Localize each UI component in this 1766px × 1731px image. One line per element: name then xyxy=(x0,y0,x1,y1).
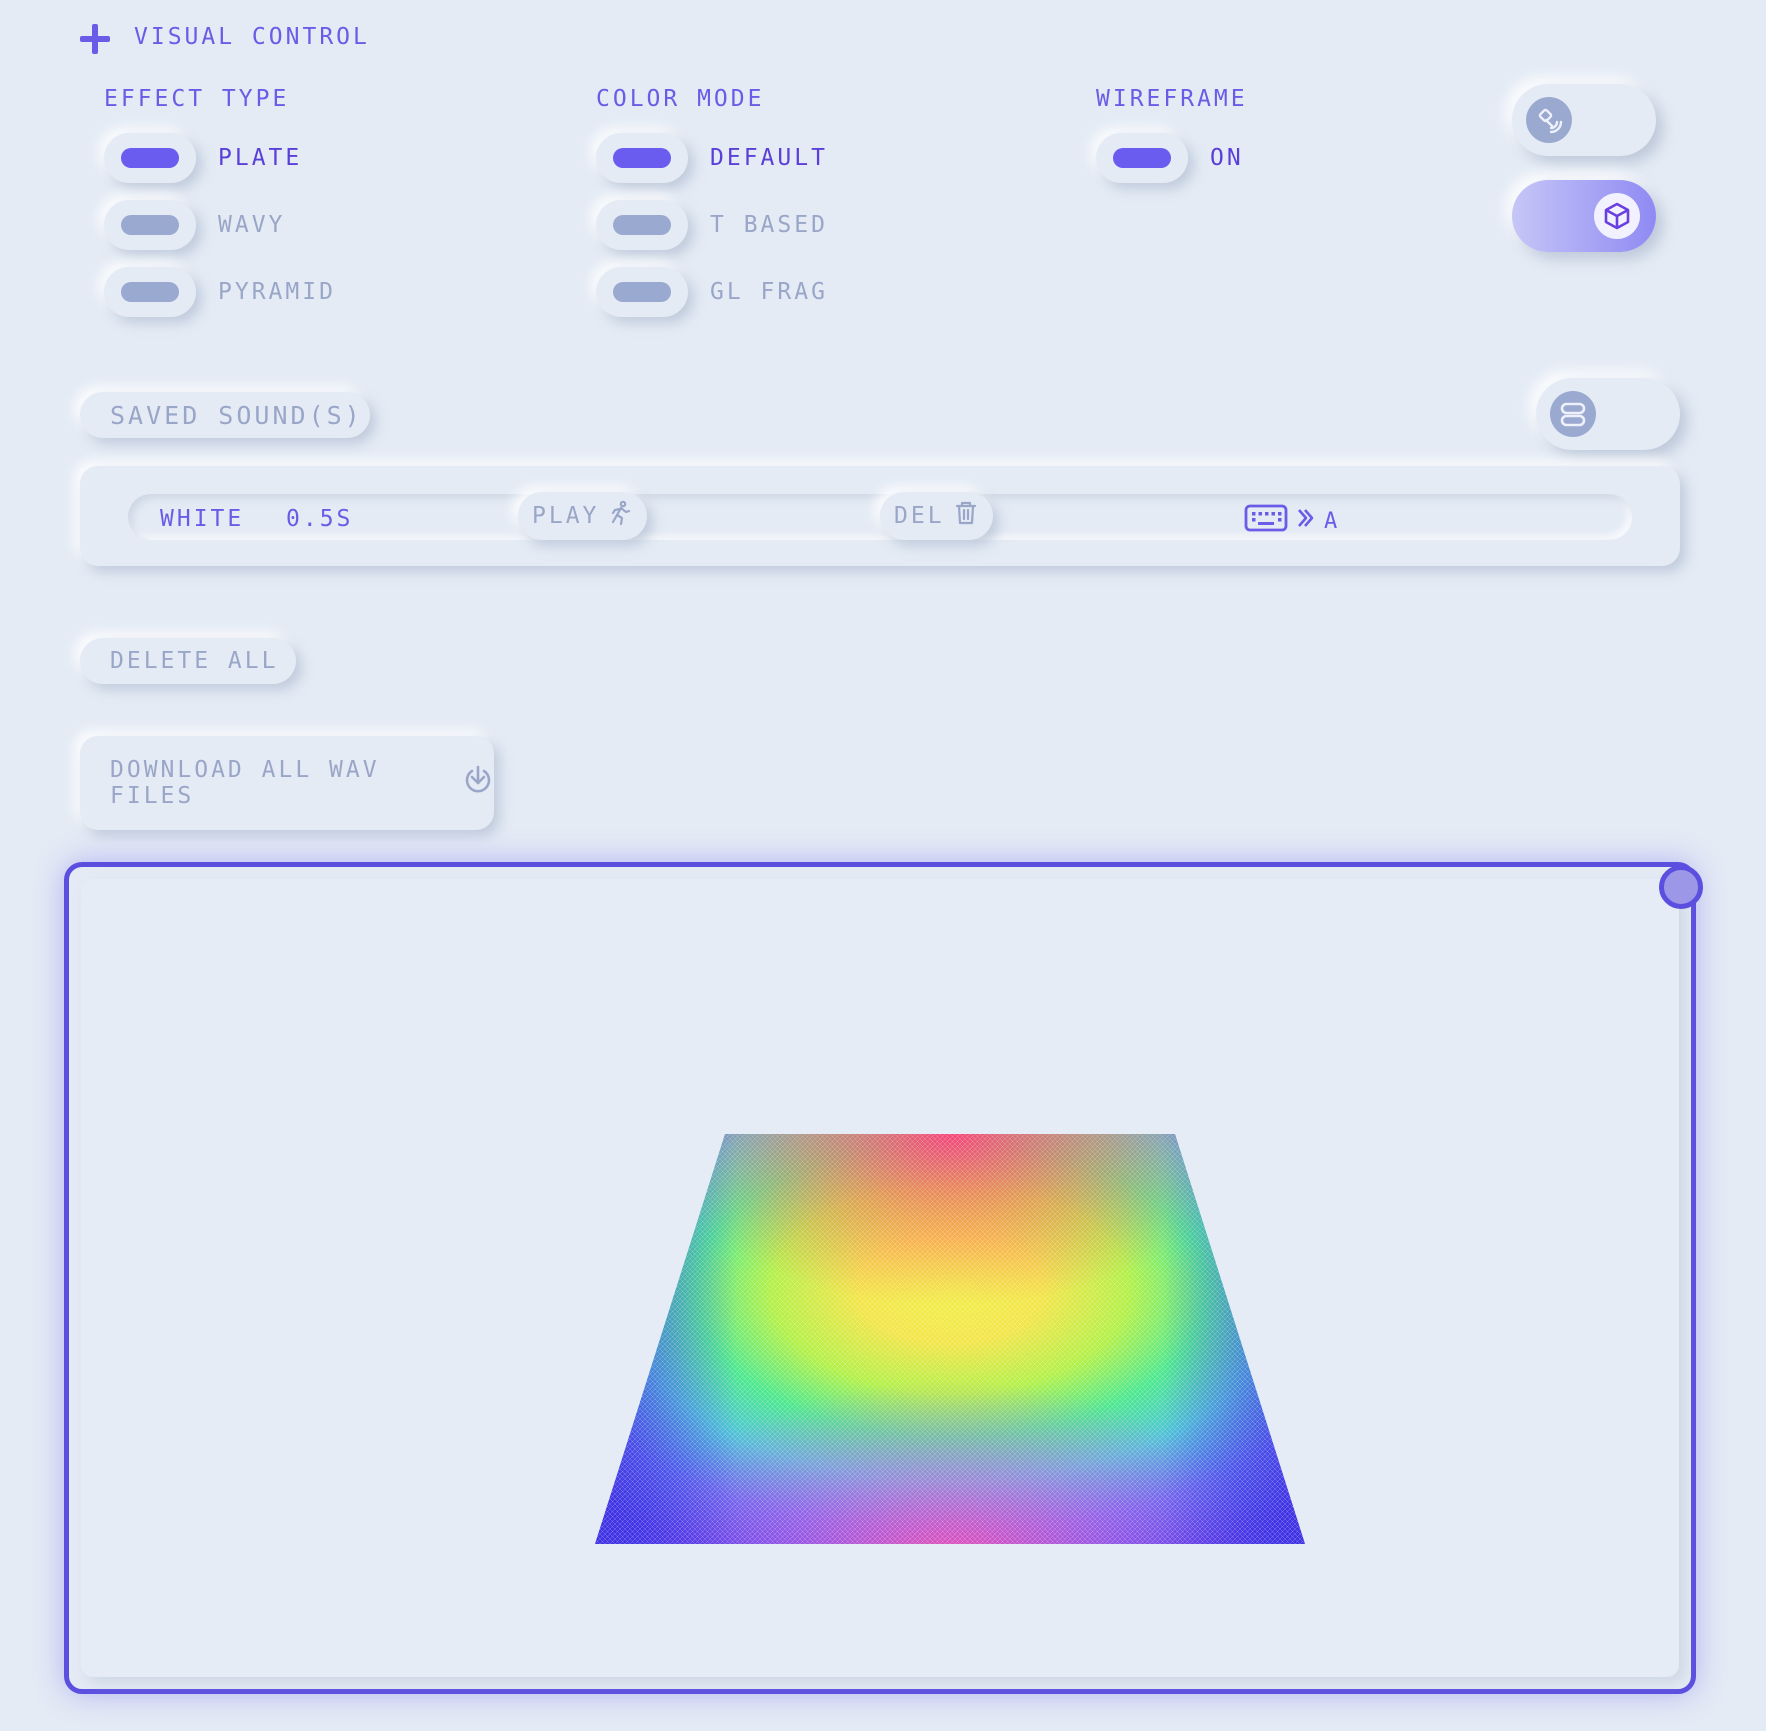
toggle-pill[interactable] xyxy=(104,267,196,317)
key-label: A xyxy=(1324,508,1341,534)
option-label: T BASED xyxy=(710,212,828,238)
download-icon xyxy=(462,764,494,802)
option-label: DEFAULT xyxy=(710,145,828,171)
option-gl-frag[interactable]: GL FRAG xyxy=(596,267,828,317)
wireframe-title: WIREFRAME xyxy=(1096,86,1248,112)
option-plate[interactable]: PLATE xyxy=(104,133,302,183)
toggle-pill[interactable] xyxy=(104,133,196,183)
satellite-toggle[interactable] xyxy=(1512,84,1656,156)
play-label: PLAY xyxy=(532,503,600,529)
toggle-pill[interactable] xyxy=(104,200,196,250)
toggle-pill[interactable] xyxy=(596,267,688,317)
keyboard-icon xyxy=(1244,504,1288,538)
sound-name: WHITE xyxy=(160,506,245,532)
download-all-label: DOWNLOAD ALL WAV FILES xyxy=(110,757,380,809)
toggle-pill[interactable] xyxy=(596,200,688,250)
saved-sounds-list: WHITE 0.5S PLAY DEL A xyxy=(80,466,1680,566)
effect-type-title: EFFECT TYPE xyxy=(104,86,290,112)
chevrons-right-icon xyxy=(1296,507,1316,535)
delete-all-label: DELETE ALL xyxy=(110,648,279,674)
sound-duration: 0.5S xyxy=(286,506,354,532)
layout-toggle[interactable] xyxy=(1536,378,1680,450)
satellite-icon xyxy=(1526,97,1572,143)
option-t-based[interactable]: T BASED xyxy=(596,200,828,250)
key-binding[interactable]: A xyxy=(1244,504,1340,538)
toggle-pill[interactable] xyxy=(1096,133,1188,183)
plate-mesh xyxy=(595,1134,1305,1544)
running-icon xyxy=(607,500,633,532)
page-title: VISUAL CONTROL xyxy=(134,24,370,50)
option-label: ON xyxy=(1210,145,1244,171)
delete-all-button[interactable]: DELETE ALL xyxy=(80,638,296,684)
option-label: WAVY xyxy=(218,212,286,238)
option-wireframe-on[interactable]: ON xyxy=(1096,133,1244,183)
plus-icon[interactable] xyxy=(78,22,112,56)
option-label: PYRAMID xyxy=(218,279,336,305)
download-all-button[interactable]: DOWNLOAD ALL WAV FILES xyxy=(80,736,494,830)
option-default[interactable]: DEFAULT xyxy=(596,133,828,183)
color-mode-title: COLOR MODE xyxy=(596,86,765,112)
stack-icon xyxy=(1550,391,1596,437)
cube-icon xyxy=(1594,193,1640,239)
option-label: PLATE xyxy=(218,145,303,171)
visualizer-frame xyxy=(64,862,1703,1694)
trash-icon xyxy=(953,500,979,532)
visualizer-canvas[interactable] xyxy=(81,879,1679,1677)
resize-handle[interactable] xyxy=(1659,865,1703,909)
delete-label: DEL xyxy=(894,503,945,529)
delete-button[interactable]: DEL xyxy=(880,492,993,540)
option-pyramid[interactable]: PYRAMID xyxy=(104,267,336,317)
option-label: GL FRAG xyxy=(710,279,828,305)
cube-toggle[interactable] xyxy=(1512,180,1656,252)
option-wavy[interactable]: WAVY xyxy=(104,200,285,250)
play-button[interactable]: PLAY xyxy=(518,492,648,540)
saved-sounds-label: SAVED SOUND(S) xyxy=(80,392,370,438)
toggle-pill[interactable] xyxy=(596,133,688,183)
